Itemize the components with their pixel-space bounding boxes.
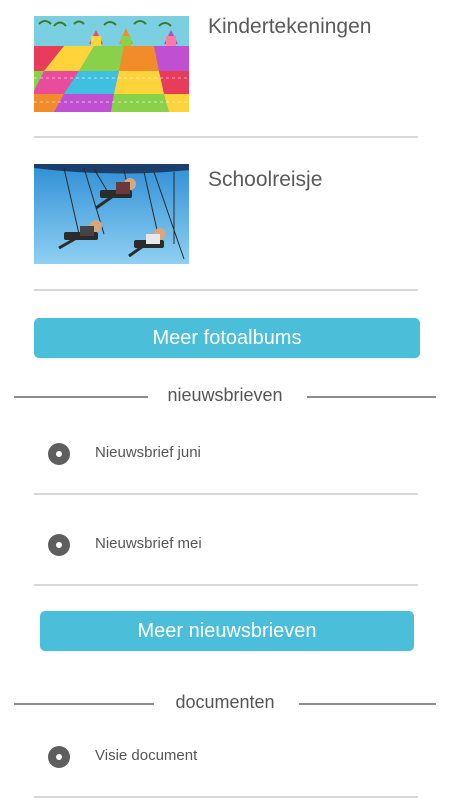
divider [34,584,418,586]
newsletter-label[interactable]: Nieuwsbrief mei [95,535,202,552]
section-line [299,703,436,705]
newsletter-item-juni[interactable]: Nieuwsbrief juni [34,439,418,469]
bullet-circle-icon [48,746,70,768]
bullet-circle-icon [48,443,70,465]
swing-carousel-photo-thumbnail[interactable] [34,164,189,264]
newsletter-label[interactable]: Nieuwsbrief juni [95,444,201,461]
photo-album-kindertekeningen[interactable]: Kindertekeningen [34,15,418,112]
divider [34,289,418,291]
document-item-visie[interactable]: Visie document [34,742,418,772]
photo-album-schoolreisje[interactable]: Schoolreisje [34,164,418,264]
document-label[interactable]: Visie document [95,747,197,764]
more-newsletters-button[interactable]: Meer nieuwsbrieven [40,611,414,651]
section-header-newsletters: nieuwsbrieven [0,385,450,409]
bullet-circle-icon [48,534,70,556]
more-photo-albums-button[interactable]: Meer fotoalbums [34,318,420,358]
newsletter-item-mei[interactable]: Nieuwsbrief mei [34,530,418,560]
album-title[interactable]: Kindertekeningen [208,15,371,39]
divider [34,493,418,495]
album-title[interactable]: Schoolreisje [208,168,322,192]
divider [34,136,418,138]
section-line [307,396,436,398]
children-drawing-thumbnail[interactable] [34,16,189,112]
section-header-documents: documenten [0,692,450,716]
divider [34,796,418,798]
